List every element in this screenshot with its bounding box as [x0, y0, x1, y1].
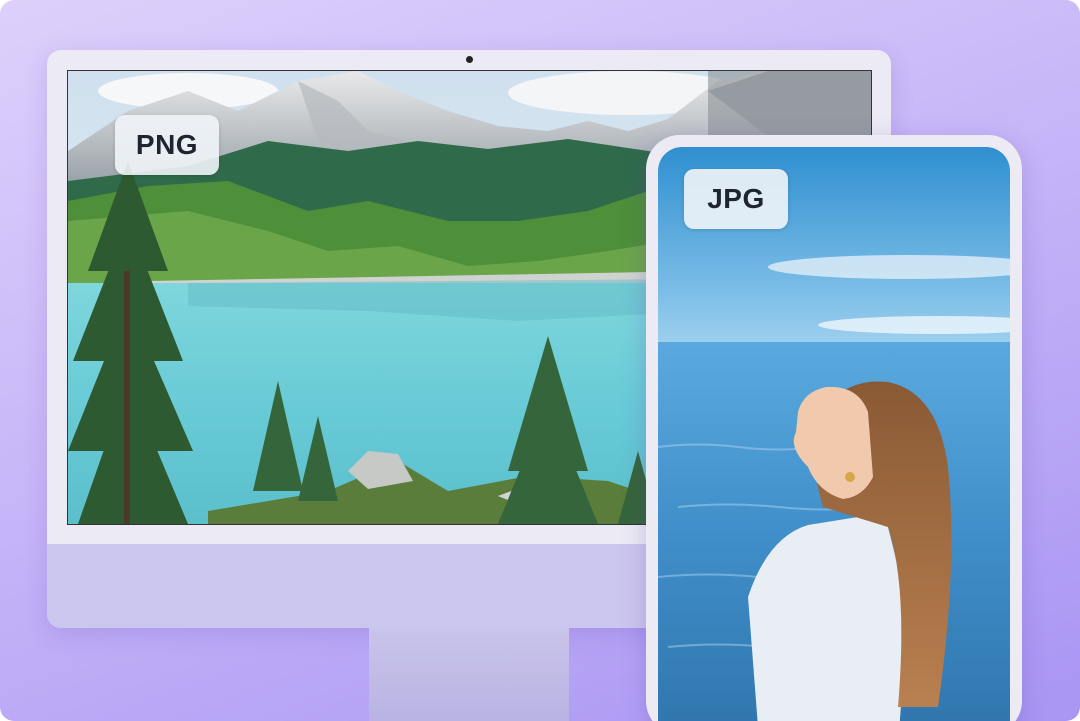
portrait-image: [658, 147, 1010, 721]
monitor-stand: [369, 628, 569, 721]
tablet-device: JPG: [646, 135, 1022, 721]
camera-dot: [466, 56, 473, 63]
tablet-screen: JPG: [658, 147, 1010, 721]
hero-illustration: PNG JPG: [0, 0, 1080, 721]
jpg-format-badge: JPG: [684, 169, 788, 229]
png-format-badge: PNG: [115, 115, 219, 175]
